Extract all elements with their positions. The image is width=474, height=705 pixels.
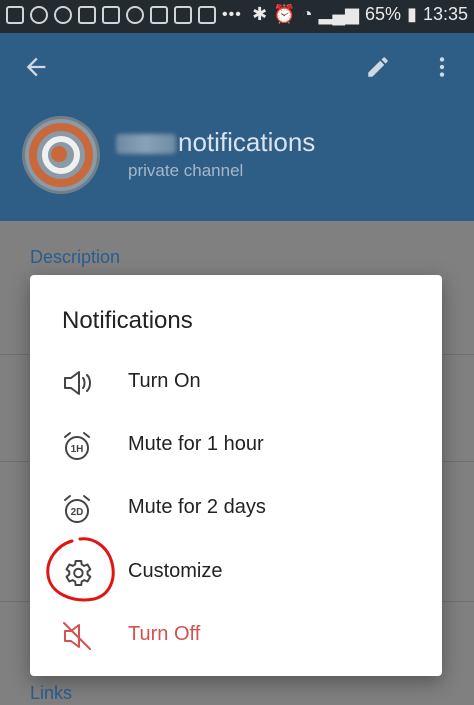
- alarm-icon: ⏰: [273, 4, 296, 24]
- mute-1h-label: Mute for 1 hour: [128, 433, 264, 455]
- gmail-icon: [78, 6, 96, 24]
- whatsapp-icon: [30, 6, 48, 24]
- dialog-title: Notifications: [62, 307, 193, 334]
- customize-label: Customize: [128, 560, 223, 582]
- browser-icon: [54, 6, 72, 24]
- clock-time: 13:35: [422, 4, 468, 24]
- bluetooth-icon: ✱: [252, 4, 268, 24]
- pencil-icon: [368, 57, 388, 77]
- calendar-icon: [198, 6, 216, 24]
- mute-2d-label: Mute for 2 days: [128, 496, 266, 518]
- gmail-icon: [102, 6, 120, 24]
- turn-off-option[interactable]: Turn Off: [30, 603, 442, 665]
- alarm-2d-icon: 2D: [64, 495, 90, 523]
- more-notifications-dots: •••: [222, 6, 242, 23]
- battery-percent: 65%: [365, 4, 402, 24]
- back-arrow-icon: [26, 57, 46, 77]
- message-icon: [174, 6, 192, 24]
- speaker-off-icon: [63, 622, 91, 650]
- channel-avatar[interactable]: [22, 116, 100, 194]
- notifications-dialog: Notifications Turn On 1H Mute for 1 hour…: [30, 275, 442, 676]
- description-heading: Description: [30, 247, 121, 267]
- red-annotation-circle: [46, 537, 115, 602]
- links-heading: Links: [30, 683, 73, 703]
- mute-1h-option[interactable]: 1H Mute for 1 hour: [30, 413, 442, 475]
- back-button[interactable]: [18, 49, 54, 85]
- svg-text:1H: 1H: [71, 444, 84, 455]
- speaker-on-icon: [64, 371, 91, 395]
- channel-logo-icon: [25, 119, 97, 191]
- signal-icon: ▂▄▆: [318, 4, 360, 24]
- redacted-name: [116, 134, 176, 155]
- wifi-icon: ◔: [301, 4, 313, 24]
- status-system-icons: ✱ ⏰ ◔ ▂▄▆ 65% ▮ 13:35: [252, 4, 468, 25]
- svg-text:2D: 2D: [71, 507, 84, 518]
- status-notification-icons: •••: [6, 6, 242, 24]
- channel-header: notifications private channel: [0, 33, 474, 221]
- turn-on-option[interactable]: Turn On: [30, 350, 442, 412]
- more-vert-icon: [439, 57, 445, 77]
- linkedin-icon: [150, 6, 168, 24]
- app-root: ••• ✱ ⏰ ◔ ▂▄▆ 65% ▮ 13:35 notifications …: [0, 0, 474, 705]
- channel-name: notifications: [178, 127, 316, 157]
- gallery-icon: [6, 6, 24, 24]
- battery-icon: ▮: [407, 4, 417, 24]
- channel-title: notifications: [116, 127, 315, 158]
- more-options-button[interactable]: [424, 49, 460, 85]
- edit-button[interactable]: [360, 49, 396, 85]
- mute-2d-option[interactable]: 2D Mute for 2 days: [30, 476, 442, 538]
- turn-on-label: Turn On: [128, 370, 201, 392]
- channel-subtitle: private channel: [128, 161, 244, 180]
- alarm-1h-icon: 1H: [64, 432, 90, 460]
- turn-off-label: Turn Off: [128, 623, 201, 645]
- status-bar: ••• ✱ ⏰ ◔ ▂▄▆ 65% ▮ 13:35: [0, 0, 474, 33]
- person-icon: [126, 6, 144, 24]
